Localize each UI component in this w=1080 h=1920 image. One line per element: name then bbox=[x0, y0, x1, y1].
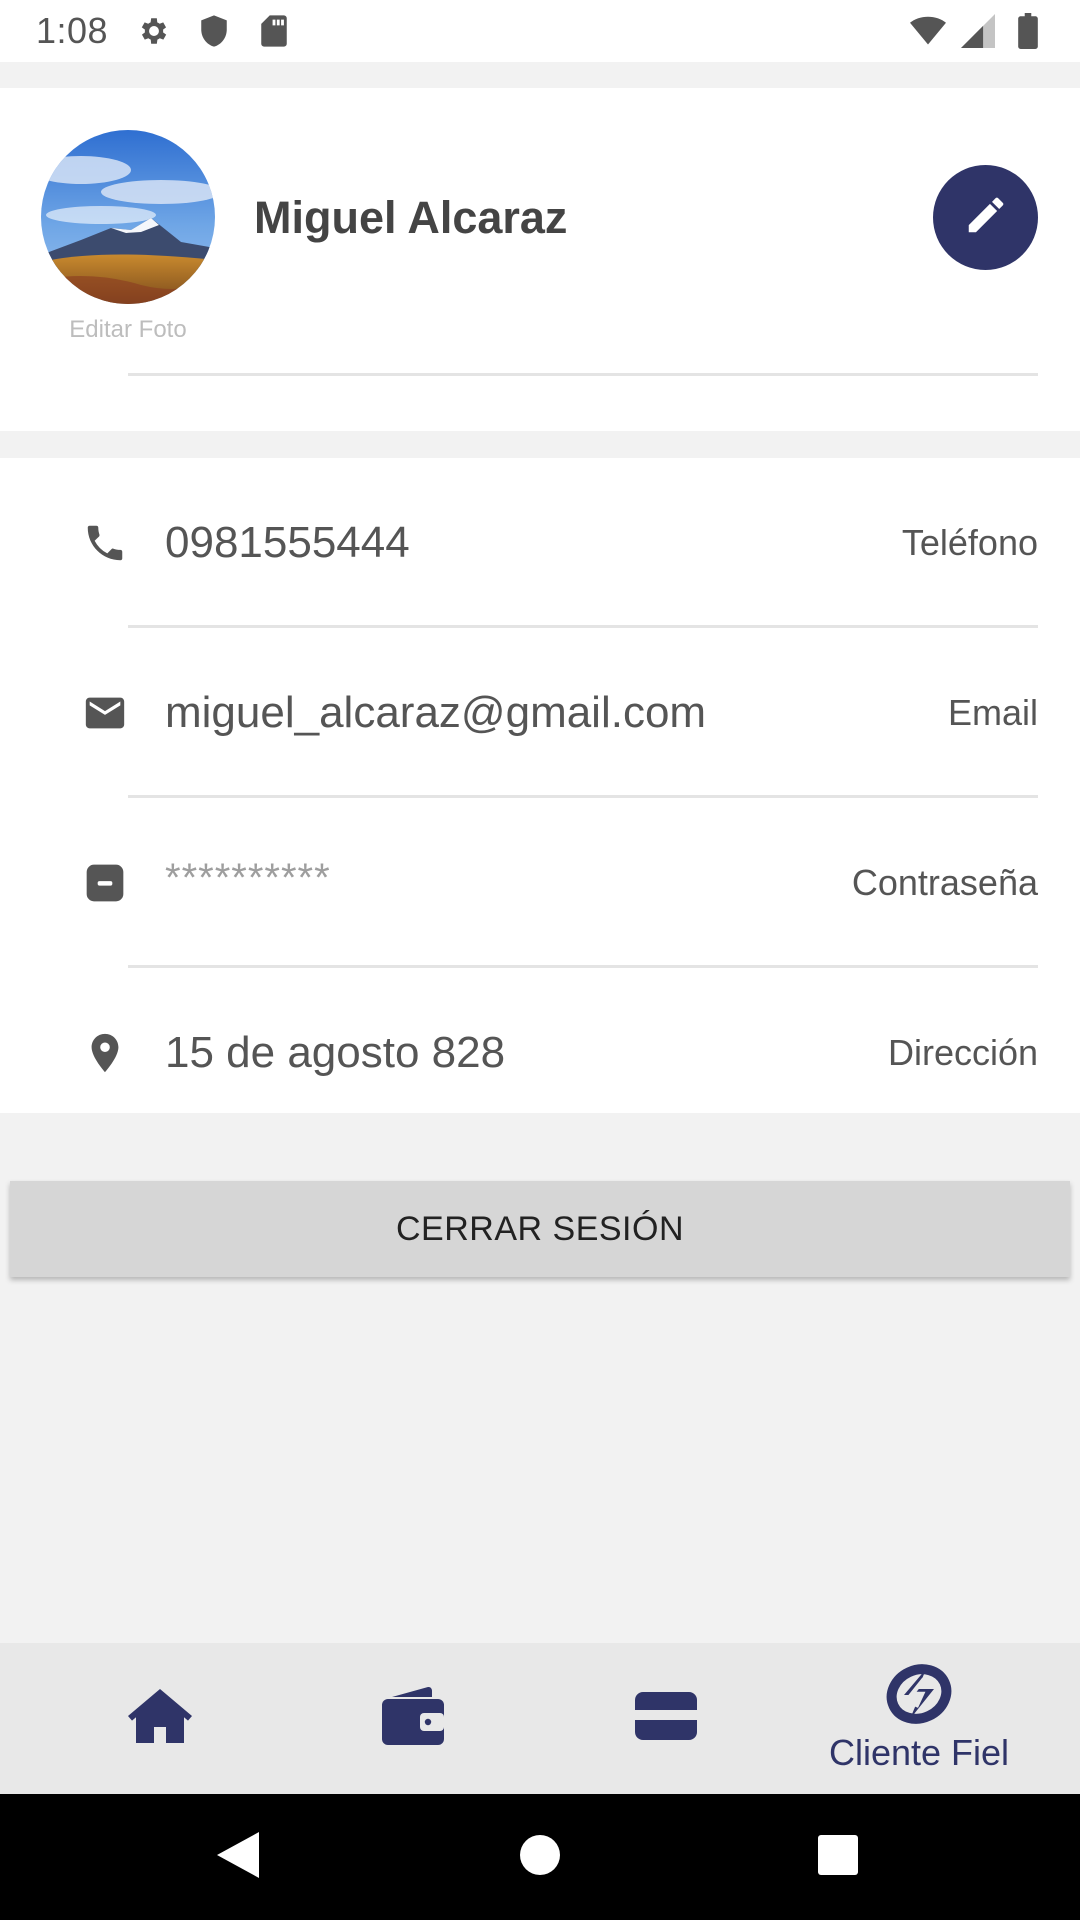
email-row[interactable]: miguel_alcaraz@gmail.com Email bbox=[0, 628, 1080, 798]
system-navigation-bar bbox=[0, 1794, 1080, 1920]
settings-icon bbox=[136, 13, 172, 49]
profile-card: Editar Foto Miguel Alcaraz bbox=[0, 88, 1080, 431]
phone-label: Teléfono bbox=[901, 522, 1038, 563]
card-icon bbox=[633, 1690, 699, 1747]
battery-icon bbox=[1010, 13, 1046, 49]
email-value: miguel_alcaraz@gmail.com bbox=[165, 688, 707, 737]
address-value: 15 de agosto 828 bbox=[165, 1028, 506, 1077]
nav-home[interactable] bbox=[25, 1643, 295, 1794]
email-label: Email bbox=[947, 692, 1038, 733]
phone-row[interactable]: 0981555444 Teléfono bbox=[0, 458, 1080, 628]
pencil-icon bbox=[963, 192, 1009, 243]
logout-button[interactable]: CERRAR SESIÓN bbox=[10, 1181, 1070, 1277]
password-row[interactable]: ********** Contraseña bbox=[0, 798, 1080, 968]
password-label: Contraseña bbox=[851, 862, 1038, 903]
recents-square-icon bbox=[818, 1834, 858, 1880]
cell-signal-icon bbox=[960, 13, 996, 49]
home-icon bbox=[126, 1687, 194, 1750]
home-circle-icon bbox=[520, 1834, 560, 1880]
nav-card[interactable] bbox=[531, 1643, 801, 1794]
recents-button[interactable] bbox=[778, 1794, 898, 1920]
shield-icon bbox=[196, 13, 232, 49]
back-triangle-icon bbox=[217, 1831, 259, 1883]
divider bbox=[128, 373, 1038, 376]
password-value: ********** bbox=[165, 856, 331, 900]
status-time: 1:08 bbox=[36, 10, 109, 51]
cliente-fiel-logo-icon bbox=[886, 1663, 952, 1730]
profile-name: Miguel Alcaraz bbox=[254, 192, 568, 243]
nav-wallet[interactable] bbox=[278, 1643, 548, 1794]
location-pin-icon bbox=[82, 1030, 128, 1076]
bottom-navigation: Cliente Fiel bbox=[0, 1643, 1080, 1794]
email-icon bbox=[82, 690, 128, 736]
back-button[interactable] bbox=[178, 1794, 298, 1920]
edit-profile-button[interactable] bbox=[933, 165, 1038, 270]
password-icon bbox=[82, 860, 128, 906]
home-button[interactable] bbox=[480, 1794, 600, 1920]
nav-cliente-fiel[interactable]: Cliente Fiel bbox=[784, 1643, 1054, 1794]
wifi-icon bbox=[910, 13, 946, 49]
address-label: Dirección bbox=[887, 1032, 1038, 1073]
phone-value: 0981555444 bbox=[165, 518, 410, 567]
edit-photo-link[interactable]: Editar Foto bbox=[38, 316, 218, 344]
phone-icon bbox=[82, 520, 128, 566]
sd-card-icon bbox=[256, 13, 292, 49]
nav-label-cliente-fiel: Cliente Fiel bbox=[828, 1732, 1010, 1773]
avatar[interactable] bbox=[41, 130, 215, 304]
address-row[interactable]: 15 de agosto 828 Dirección bbox=[0, 968, 1080, 1138]
wallet-icon bbox=[380, 1685, 446, 1752]
status-bar: 1:08 bbox=[0, 0, 1080, 62]
profile-info-list: 0981555444 Teléfono miguel_alcaraz@gmail… bbox=[0, 458, 1080, 1113]
